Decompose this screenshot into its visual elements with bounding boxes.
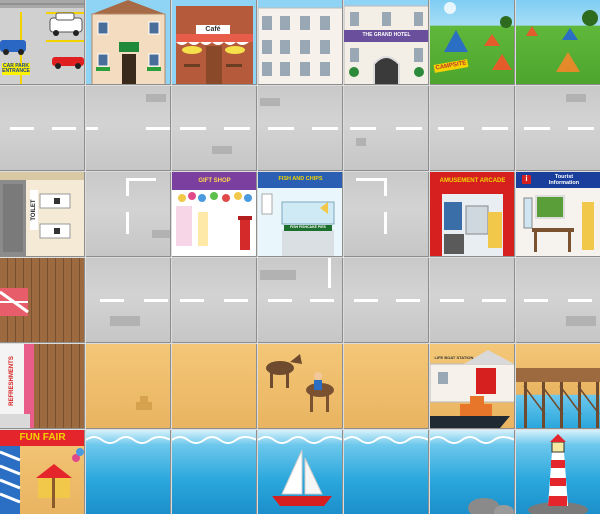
tile-guest-house[interactable]	[86, 0, 171, 85]
amusement-arcade-art	[430, 172, 514, 256]
terraces-art	[258, 7, 342, 84]
fish-price-board: FISH FISHCAKE PIES	[284, 225, 332, 231]
tile-sea-lighthouse[interactable]	[516, 430, 600, 514]
road-markings	[524, 94, 594, 130]
tile-beach-donkeys[interactable]	[258, 344, 343, 429]
sandcastle-art	[136, 396, 152, 410]
waves-art	[172, 436, 256, 444]
waves-art	[86, 436, 170, 444]
tile-grand-hotel[interactable]: THE GRAND HOTEL	[344, 0, 429, 85]
tile-pier-refreshments[interactable]: REFRESHMENTS	[0, 344, 85, 429]
rocks-art	[430, 436, 514, 514]
tile-beach[interactable]	[86, 344, 171, 429]
cafe-art	[176, 6, 253, 84]
tile-beach[interactable]	[172, 344, 257, 429]
road-markings	[260, 258, 334, 302]
refreshments-sign: REFRESHMENTS	[9, 356, 15, 406]
tile-field[interactable]	[516, 0, 600, 85]
tile-pier[interactable]	[0, 258, 85, 343]
tile-cafe[interactable]: Café	[172, 0, 257, 85]
toilet-sign: TOILET	[30, 190, 38, 230]
road-markings	[354, 299, 420, 302]
toilet-art	[0, 172, 84, 256]
tile-road-corner[interactable]	[86, 172, 171, 257]
gift-shop-art	[172, 172, 256, 250]
road-markings	[356, 178, 387, 234]
tile-road[interactable]	[516, 86, 600, 171]
tile-road[interactable]	[172, 86, 257, 171]
amusement-arcade-sign: AMUSEMENT ARCADE	[439, 178, 506, 184]
pier-art	[0, 288, 29, 316]
road-markings	[10, 127, 76, 130]
field-art	[526, 10, 598, 72]
lighthouse-art	[528, 434, 588, 514]
tile-sea-rocks[interactable]	[430, 430, 515, 514]
road-markings	[350, 127, 422, 146]
grand-hotel-art	[344, 5, 428, 84]
fish-and-chips-sign: FISH AND CHIPS	[278, 176, 323, 182]
guest-house-art	[91, 0, 166, 84]
grand-hotel-sign: THE GRAND HOTEL	[362, 32, 411, 38]
sailboat-art	[258, 436, 342, 506]
tile-sea[interactable]	[86, 430, 171, 514]
tourist-info-sign: Tourist Information	[548, 174, 580, 186]
tile-amusement-arcade[interactable]: AMUSEMENT ARCADE	[430, 172, 515, 257]
waves-art	[344, 436, 428, 444]
tile-tourist-information[interactable]: i Tourist Information	[516, 172, 600, 257]
road-markings	[440, 299, 506, 302]
donkeys-art	[266, 354, 334, 412]
cafe-sign: Café	[196, 25, 230, 34]
tile-road[interactable]	[430, 86, 515, 171]
pier-legs-art	[516, 368, 600, 428]
road-markings	[438, 127, 508, 130]
tile-toilet[interactable]: TOILET	[0, 172, 85, 257]
tile-sea-sailboat[interactable]	[258, 430, 343, 514]
gift-shop-sign: GIFT SHOP	[198, 178, 231, 184]
tile-road-junction[interactable]	[258, 258, 343, 343]
tile-sea[interactable]	[344, 430, 429, 514]
lifeboat-station-sign: LIFE BOAT STATION	[434, 355, 474, 360]
road-markings	[524, 299, 596, 326]
tile-lifeboat-station[interactable]: LIFE BOAT STATION	[430, 344, 515, 429]
tourist-info-icon: i	[522, 175, 531, 184]
tile-road[interactable]	[86, 258, 171, 343]
tile-sea[interactable]	[172, 430, 257, 514]
tile-road[interactable]	[344, 258, 429, 343]
road-markings	[100, 299, 168, 326]
tile-road[interactable]	[344, 86, 429, 171]
campsite-art	[444, 2, 512, 70]
car-park-entrance-sign: CAR PARK ENTRANCE	[2, 63, 30, 75]
tile-fun-fair[interactable]: FUN FAIR	[0, 430, 85, 514]
tile-road-corner[interactable]	[344, 172, 429, 257]
road-markings	[86, 94, 170, 130]
tile-road[interactable]	[0, 86, 85, 171]
tile-gift-shop[interactable]: GIFT SHOP	[172, 172, 257, 257]
road-markings	[180, 127, 250, 154]
tile-road[interactable]	[516, 258, 600, 343]
tile-fish-and-chips[interactable]: FISH AND CHIPS FISH FISHCAKE PIES	[258, 172, 343, 257]
road-markings	[260, 98, 338, 130]
fun-fair-sign: FUN FAIR	[19, 432, 66, 443]
game-board: CAR PARK ENTRANCE Café THE GRAND HOTEL C…	[0, 0, 600, 514]
road-markings	[180, 299, 248, 302]
tile-road[interactable]	[258, 86, 343, 171]
tile-car-park[interactable]: CAR PARK ENTRANCE	[0, 0, 85, 85]
tile-terraces[interactable]	[258, 0, 343, 85]
tile-road[interactable]	[172, 258, 257, 343]
tile-pier-legs[interactable]	[516, 344, 600, 429]
fish-and-chips-art	[258, 172, 342, 256]
tile-road[interactable]	[430, 258, 515, 343]
tile-road[interactable]	[86, 86, 171, 171]
tile-beach[interactable]	[344, 344, 429, 429]
tile-campsite[interactable]: CAMPSITE	[430, 0, 515, 85]
road-markings	[126, 178, 170, 238]
